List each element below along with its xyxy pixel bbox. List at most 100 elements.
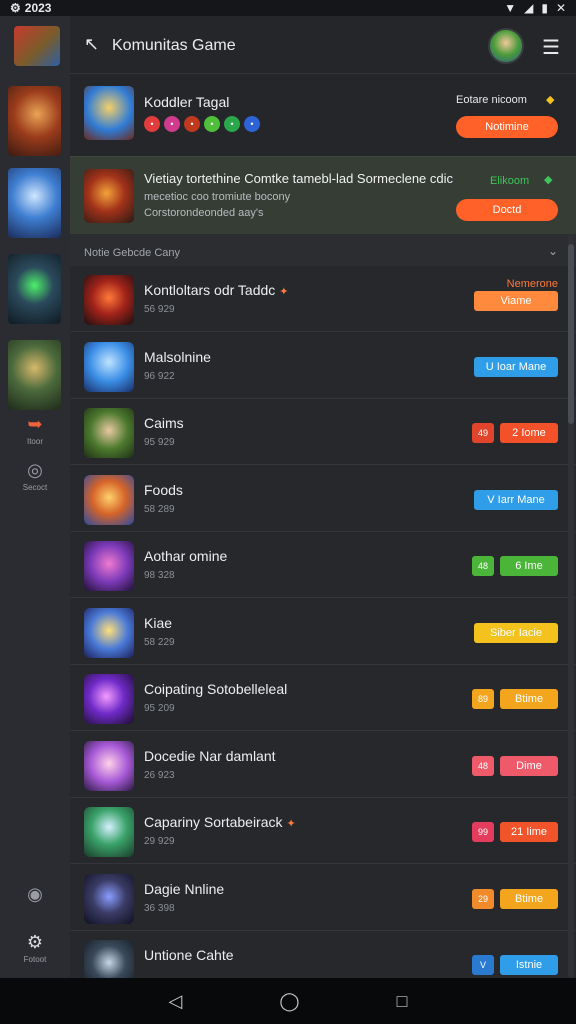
featured-title: Koddler Tagal xyxy=(144,94,230,110)
game-thumbnail xyxy=(84,807,134,857)
settings-gear-icon: ⚙ xyxy=(26,932,44,952)
list-item[interactable]: Caims 95 929 49 2 Iome xyxy=(70,399,576,465)
featured-join-button[interactable]: Notimine xyxy=(456,116,558,138)
game-title: Untione Cahte xyxy=(144,947,234,963)
signal-icon: ◢ xyxy=(524,1,534,15)
rail-action-label: Secoct xyxy=(22,483,48,492)
list-item[interactable]: Malsolnine 96 922 U Ioar Mane xyxy=(70,333,576,399)
rail-settings-label: Fotoot xyxy=(23,955,47,964)
chevron-down-icon[interactable]: ⌄ xyxy=(548,244,558,258)
list-item[interactable]: Coipating Sotobelleleal 95 209 89 Btime xyxy=(70,665,576,731)
count-badge: V xyxy=(472,955,494,975)
left-rail: ➥ Itoor ◎ Secoct ◉ ⚙ Fotoot xyxy=(0,16,70,978)
game-meta: 56 929 xyxy=(144,304,175,315)
game-thumbnail xyxy=(84,341,134,392)
sad-face-icon: • xyxy=(244,116,260,132)
featured-item[interactable]: Koddler Tagal • • • • • • Eotare nicoom ◆ Not… xyxy=(70,74,576,156)
rail-share-button[interactable]: ➥ Itoor xyxy=(0,414,70,446)
recents-nav-icon[interactable]: □ xyxy=(397,991,408,1012)
rail-game-thumb[interactable] xyxy=(8,86,61,156)
hamburger-menu-icon[interactable]: ☰ xyxy=(542,35,560,60)
cool-face-icon: • xyxy=(224,116,240,132)
play-button[interactable]: 6 Ime xyxy=(500,556,558,576)
play-button[interactable]: V Iarr Mane xyxy=(474,489,558,510)
featured-item-highlighted[interactable]: Vietiay tortethine Comtke tamebl-lad Sor… xyxy=(70,156,576,234)
status-dot-icon: ◆ xyxy=(546,94,555,106)
status-time: 2023 xyxy=(24,1,52,15)
game-title: Kiae xyxy=(144,614,173,631)
game-meta: 26 923 xyxy=(144,769,175,781)
play-button[interactable]: Btime xyxy=(500,888,558,909)
game-meta: 96 922 xyxy=(144,370,175,382)
game-thumbnail xyxy=(84,740,134,791)
pin-icon: ✦ xyxy=(279,286,289,298)
wifi-icon: ▼ xyxy=(504,1,517,15)
featured-thumb xyxy=(84,169,134,223)
settings-gear-icon: ⚙ xyxy=(10,1,21,15)
scrollbar[interactable] xyxy=(568,234,574,978)
play-button[interactable]: Istnie xyxy=(500,955,558,975)
play-button[interactable]: 2 Iome xyxy=(500,423,558,443)
back-nav-icon[interactable]: ◁ xyxy=(169,991,183,1012)
list-item[interactable]: Dagie Nnline 36 398 29 Btime xyxy=(70,865,576,931)
back-arrow-icon[interactable]: ↖ xyxy=(84,34,99,55)
featured-status: Elikoom xyxy=(490,175,530,187)
game-thumbnail xyxy=(84,541,134,591)
notification-icon: ✕ xyxy=(555,1,566,15)
game-meta: 58 289 xyxy=(144,503,175,515)
featured-open-button[interactable]: Doctd xyxy=(456,199,558,221)
game-meta: 95 929 xyxy=(144,437,175,448)
game-thumbnail xyxy=(84,474,134,525)
game-meta: 95 209 xyxy=(144,703,175,714)
play-button[interactable]: Viame xyxy=(474,291,558,311)
play-button[interactable]: Dime xyxy=(500,755,558,776)
rail-app-icon[interactable] xyxy=(14,26,60,66)
list-item[interactable]: Foods 58 289 V Iarr Mane xyxy=(70,466,576,532)
list-item[interactable]: Kontloltars odr Taddc ✦ 56 929 Nemerone Viam… xyxy=(70,266,576,332)
game-thumbnail xyxy=(84,873,134,924)
status-bar: ⚙ 2023 ▼ ◢ ▮ ✕ xyxy=(0,0,576,16)
game-thumbnail xyxy=(84,940,134,978)
list-item[interactable]: Kiae 58 229 Siber Iacie xyxy=(70,599,576,665)
game-title: Capariny Sortabeirack ✦ xyxy=(144,814,296,830)
featured-subtitle: mecetioc coo tromiute bocony xyxy=(144,191,291,203)
love-face-icon: • xyxy=(164,116,180,132)
section-label: Notie Gebcde Cany xyxy=(84,247,180,259)
status-dot-icon: ◆ xyxy=(544,174,553,186)
count-badge: 48 xyxy=(472,556,494,576)
play-button[interactable]: Btime xyxy=(500,689,558,709)
featured-subtitle: Corstorondeonded aay's xyxy=(144,207,264,219)
rail-game-thumb[interactable] xyxy=(8,340,61,410)
count-badge: 89 xyxy=(472,689,494,709)
scrollbar-thumb[interactable] xyxy=(568,244,574,424)
list-item[interactable]: Aothar omine 98 328 48 6 Ime xyxy=(70,532,576,598)
game-title: Aothar omine xyxy=(144,548,228,564)
status-badge: Nemerone xyxy=(506,278,558,290)
game-title: Kontloltars odr Taddc ✦ xyxy=(144,282,289,298)
rail-add-button[interactable]: ◉ xyxy=(0,884,70,907)
rail-game-thumb[interactable] xyxy=(8,168,61,238)
game-thumbnail xyxy=(84,408,134,458)
home-nav-icon[interactable]: ◯ xyxy=(279,991,299,1012)
list-item[interactable]: Untione Cahte V Istnie xyxy=(70,931,576,978)
pin-icon: ✦ xyxy=(286,818,296,830)
section-header[interactable]: Notie Gebcde Cany ⌄ xyxy=(70,234,576,266)
game-title: Malsolnine xyxy=(144,348,211,365)
rail-settings-button[interactable]: ⚙ Fotoot xyxy=(0,932,70,964)
reaction-emojis: • • • • • • xyxy=(144,116,260,132)
app-root: ⚙ 2023 ▼ ◢ ▮ ✕ ➥ Itoor ◎ Secoct ◉ ⚙ Foto… xyxy=(0,0,576,1024)
play-button[interactable]: Siber Iacie xyxy=(474,622,558,643)
play-button[interactable]: 21 Iime xyxy=(500,822,558,842)
play-button[interactable]: U Ioar Mane xyxy=(474,356,558,377)
featured-status: Eotare nicoom xyxy=(456,94,527,106)
angry-face-icon: • xyxy=(144,116,160,132)
list-item[interactable]: Capariny Sortabeirack ✦ 29 929 99 21 Iime xyxy=(70,798,576,864)
list-item[interactable]: Docedie Nar damlant 26 923 48 Dime xyxy=(70,732,576,798)
featured-title: Vietiay tortethine Comtke tamebl-lad Sor… xyxy=(144,171,454,186)
game-title: Docedie Nar damlant xyxy=(144,747,276,764)
rail-game-thumb[interactable] xyxy=(8,254,61,324)
rail-action-button[interactable]: ◎ Secoct xyxy=(0,460,70,492)
game-title: Coipating Sotobelleleal xyxy=(144,681,288,697)
avatar[interactable] xyxy=(488,28,524,64)
rail-share-label: Itoor xyxy=(26,437,43,446)
